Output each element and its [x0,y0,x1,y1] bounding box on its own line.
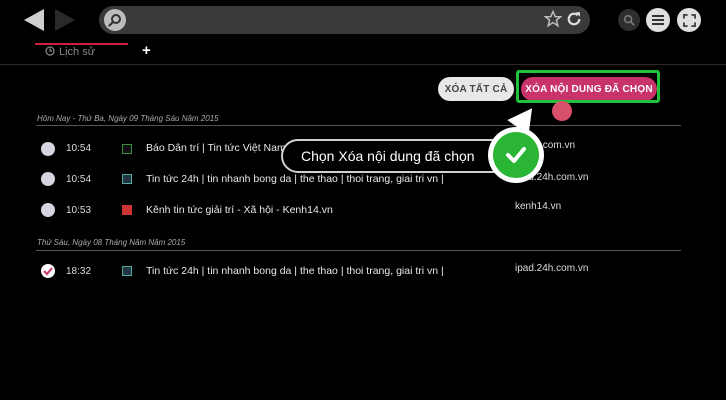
star-icon[interactable] [543,9,563,33]
row-title[interactable]: Tin tức 24h | tin nhanh bong da | the th… [146,265,444,277]
search-icon [104,9,126,31]
clear-all-button[interactable]: XÓA TẤT CẢ [438,77,514,101]
tooltip-text: Chọn Xóa nội dung đã chọn [301,148,475,164]
fullscreen-icon[interactable] [677,8,701,32]
row-time: 10:54 [66,174,92,185]
row-title[interactable]: Tin tức 24h | tin nhanh bong da | the th… [146,173,444,185]
back-icon[interactable] [24,9,44,31]
kenh14-favicon-icon [122,205,132,215]
row-domain: ipad.24h.com.vn [515,263,589,274]
instruction-tooltip: Chọn Xóa nội dung đã chọn [281,139,515,173]
row-checkbox[interactable] [41,142,55,156]
add-tab-button[interactable]: + [142,42,151,59]
history-group-header: Thứ Sáu, Ngày 08 Tháng Năm Năm 2015 [37,238,186,247]
pointer-cursor [552,101,572,121]
row-title[interactable]: Báo Dân trí | Tin tức Việt Nam [146,142,286,154]
row-time: 10:54 [66,143,92,154]
url-input[interactable] [132,10,536,32]
clock-icon [45,45,55,59]
row-checkbox-checked[interactable] [41,264,55,278]
checkmark-icon [43,267,53,276]
reload-icon[interactable] [565,10,583,33]
24h-favicon-icon [122,174,132,184]
forward-icon[interactable] [55,9,75,31]
instruction-highlight-box [516,70,660,103]
row-time: 10:53 [66,205,92,216]
tab-history[interactable]: Lịch sử [35,42,127,62]
menu-icon[interactable] [646,8,670,32]
tab-history-label: Lịch sử [59,46,96,58]
history-group-header: Hôm Nay - Thứ Ba, Ngày 09 Tháng Sáu Năm … [37,114,219,123]
24h-favicon-icon [122,266,132,276]
row-checkbox[interactable] [41,172,55,186]
row-title[interactable]: Kênh tin tức giải trí - Xã hội - Kenh14.… [146,204,333,216]
row-checkbox[interactable] [41,203,55,217]
zoom-icon[interactable] [618,9,640,31]
dantri-favicon-icon [122,144,132,154]
row-time: 18:32 [66,266,92,277]
history-group-divider [36,125,681,126]
tabs-divider [0,64,726,65]
history-group-divider [36,250,681,251]
check-badge-icon [488,127,544,183]
row-domain: kenh14.vn [515,201,562,212]
